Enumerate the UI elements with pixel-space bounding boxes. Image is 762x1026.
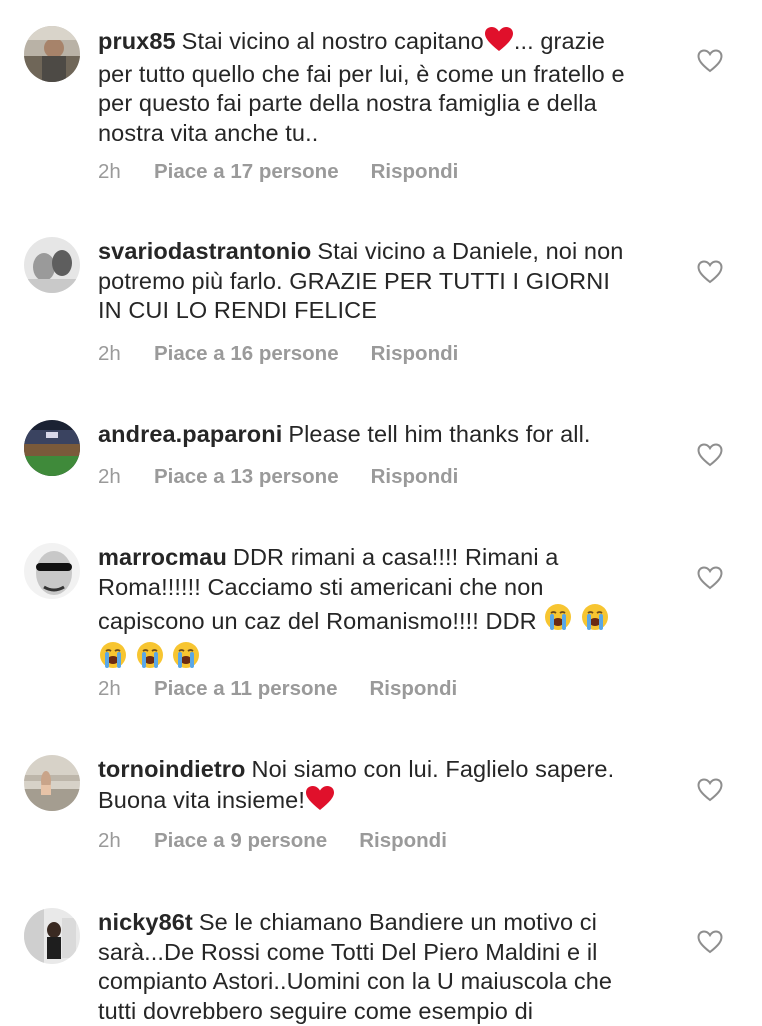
comment-time: 2h <box>98 465 121 488</box>
avatar[interactable] <box>24 755 80 811</box>
comment-likes[interactable]: Piace a 17 persone <box>154 160 339 184</box>
comment-text: andrea.paparoni Please tell him thanks fo… <box>98 420 638 450</box>
loudly-crying-face-emoji <box>171 640 201 678</box>
loudly-crying-face-emoji <box>98 640 128 678</box>
comment-time: 2h <box>98 342 121 365</box>
reply-button[interactable]: Rispondi <box>371 160 459 183</box>
red-heart-emoji <box>305 785 335 819</box>
comment-likes[interactable]: Piace a 9 persone <box>154 829 327 853</box>
comment-likes[interactable]: Piace a 16 persone <box>154 342 339 366</box>
red-heart-emoji <box>484 26 514 60</box>
avatar[interactable] <box>24 237 80 293</box>
heart-outline-icon[interactable] <box>697 260 723 284</box>
reply-button[interactable]: Rispondi <box>371 465 459 488</box>
comment-body: Stai vicino al nostro capitano <box>181 28 484 54</box>
comment-text: nicky86t Se le chiamano Bandiere un motiv… <box>98 908 638 1026</box>
reply-button[interactable]: Rispondi <box>359 829 447 852</box>
comment-username[interactable]: nicky86t <box>98 909 193 935</box>
comment-username[interactable]: svariodastrantonio <box>98 238 311 264</box>
comment-meta: 2h Piace a 9 persone Rispondi <box>98 829 447 853</box>
comment-text: svariodastrantonio Stai vicino a Daniele,… <box>98 237 638 326</box>
comment-username[interactable]: prux85 <box>98 28 176 54</box>
comment-likes[interactable]: Piace a 11 persone <box>154 677 337 701</box>
reply-button[interactable]: Rispondi <box>371 342 459 365</box>
comment-username[interactable]: tornoindietro <box>98 756 246 782</box>
comment-meta: 2h Piace a 13 persone Rispondi <box>98 465 458 489</box>
comment-likes[interactable]: Piace a 13 persone <box>154 465 339 489</box>
comment-meta: 2h Piace a 11 persone Rispondi <box>98 677 457 701</box>
avatar[interactable] <box>24 543 80 599</box>
comment-text: prux85 Stai vicino al nostro capitano... … <box>98 26 638 148</box>
heart-outline-icon[interactable] <box>697 566 723 590</box>
avatar[interactable] <box>24 420 80 476</box>
loudly-crying-face-emoji <box>135 640 165 678</box>
loudly-crying-face-emoji <box>543 602 573 640</box>
comment-meta: 2h Piace a 17 persone Rispondi <box>98 160 458 184</box>
comment-time: 2h <box>98 677 121 700</box>
comment-body: Please tell him thanks for all. <box>288 421 591 447</box>
comment-username[interactable]: andrea.paparoni <box>98 421 282 447</box>
loudly-crying-face-emoji <box>580 602 610 640</box>
comment-username[interactable]: marrocmau <box>98 544 227 570</box>
comment-meta: 2h Piace a 16 persone Rispondi <box>98 342 458 366</box>
avatar[interactable] <box>24 26 80 82</box>
heart-outline-icon[interactable] <box>697 443 723 467</box>
comment-time: 2h <box>98 160 121 183</box>
comment-time: 2h <box>98 829 121 852</box>
heart-outline-icon[interactable] <box>697 49 723 73</box>
reply-button[interactable]: Rispondi <box>369 677 457 700</box>
avatar[interactable] <box>24 908 80 964</box>
heart-outline-icon[interactable] <box>697 778 723 802</box>
heart-outline-icon[interactable] <box>697 930 723 954</box>
comment-text: marrocmau DDR rimani a casa!!!! Rimani a … <box>98 543 638 677</box>
comment-text: tornoindietro Noi siamo con lui. Faglielo… <box>98 755 638 818</box>
